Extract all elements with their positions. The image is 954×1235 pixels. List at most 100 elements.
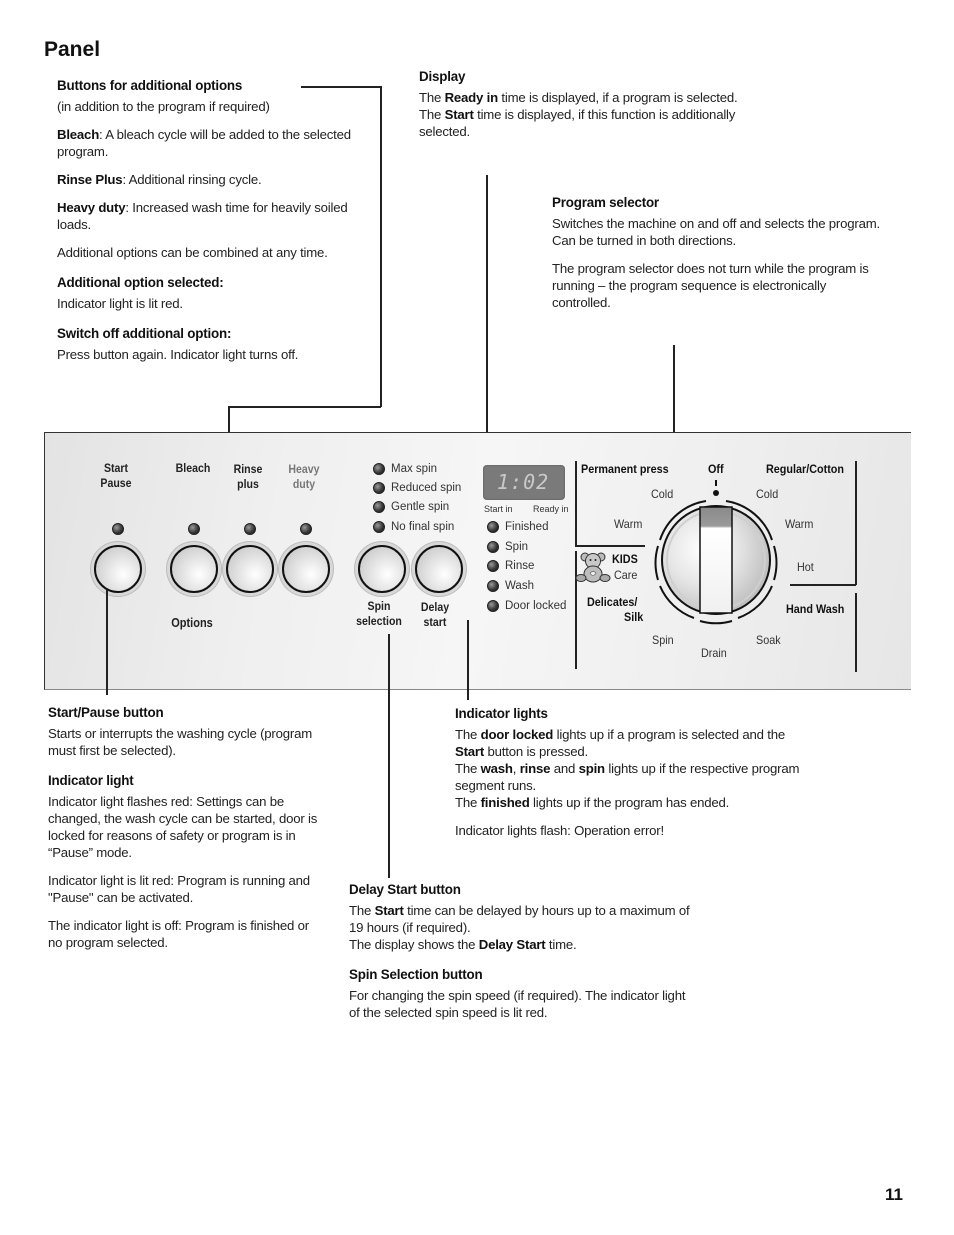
- delicates-label: Delicates/: [587, 595, 638, 609]
- display-heading: Display: [419, 69, 466, 84]
- display-callout: Display The Ready in time is displayed, …: [419, 68, 759, 140]
- status-light-wash: Wash: [487, 580, 534, 592]
- heavy-duty-description: Heavy duty: Increased wash time for heav…: [57, 200, 348, 232]
- spin-option-gentle: Gentle spin: [373, 501, 449, 513]
- start-pause-indicator-light: [112, 523, 124, 535]
- hand-wash-label: Hand Wash: [786, 602, 845, 616]
- indicator-light-p2: Indicator light is lit red: Program is r…: [48, 873, 310, 905]
- program-selector-p2: The program selector does not turn while…: [552, 261, 869, 310]
- bracket-line: [575, 545, 645, 547]
- kids-label: KIDS: [612, 552, 638, 566]
- display-text: The Ready in time is displayed, if a pro…: [419, 90, 738, 139]
- combine-note: Additional options can be combined at an…: [57, 245, 328, 260]
- heavy-duty-button[interactable]: [282, 545, 330, 593]
- regular-cotton-label: Regular/Cotton: [766, 462, 845, 476]
- start-pause-heading: Start/Pause button: [48, 705, 164, 720]
- spin-selection-heading: Spin Selection button: [349, 967, 483, 982]
- status-light-label: Wash: [505, 580, 534, 592]
- off-dot: [713, 490, 719, 496]
- option-selected-heading: Additional option selected:: [57, 275, 224, 290]
- status-light-spin: Spin: [487, 541, 528, 553]
- spin-selection-button[interactable]: [358, 545, 406, 593]
- leader-line: [106, 590, 108, 695]
- leader-line: [467, 620, 469, 700]
- bleach-button[interactable]: [170, 545, 218, 593]
- leader-line: [486, 175, 488, 460]
- status-light-label: Finished: [505, 521, 549, 533]
- bleach-indicator-light: [188, 523, 200, 535]
- spin-option-label: Gentle spin: [391, 501, 450, 513]
- options-group-label: Options: [171, 616, 213, 630]
- reduced-spin-light: [373, 482, 385, 494]
- heavy-duty-indicator-light: [300, 523, 312, 535]
- delay-start-callout: Delay Start button The Start time can be…: [349, 881, 694, 1021]
- bleach-description: Bleach: A bleach cycle will be added to …: [57, 127, 351, 159]
- finished-light: [487, 521, 499, 533]
- dial-grip[interactable]: [699, 506, 733, 614]
- delay-start-label: Delay start: [420, 600, 450, 629]
- bracket-line: [575, 461, 577, 546]
- rinse-light: [487, 560, 499, 572]
- leader-line: [388, 634, 390, 878]
- options-callout: Buttons for additional options (in addit…: [57, 77, 367, 363]
- leader-line: [673, 345, 675, 433]
- rinse-plus-description: Rinse Plus: Additional rinsing cycle.: [57, 172, 262, 187]
- time-display: 1:02: [483, 465, 565, 500]
- indicator-lights-callout: Indicator lights The door locked lights …: [455, 705, 800, 839]
- care-label: Care: [614, 568, 638, 582]
- start-in-label: Start in: [484, 504, 513, 514]
- spin-option-label: Reduced spin: [391, 482, 462, 494]
- delay-start-heading: Delay Start button: [349, 882, 461, 897]
- indicator-light-p1: Indicator light flashes red: Settings ca…: [48, 794, 318, 860]
- display-value: 1:02: [497, 470, 550, 494]
- heavy-duty-label: Heavy duty: [288, 462, 320, 491]
- rinse-plus-label: Rinse plus: [233, 462, 263, 491]
- door-locked-light: [487, 600, 499, 612]
- start-pause-text: Starts or interrupts the washing cycle (…: [48, 726, 312, 758]
- gentle-spin-light: [373, 501, 385, 513]
- rc-hot-label: Hot: [797, 560, 814, 574]
- bleach-label: Bleach: [175, 461, 211, 475]
- delay-start-button[interactable]: [415, 545, 463, 593]
- program-selector-dial[interactable]: [638, 480, 794, 636]
- spin-option-reduced: Reduced spin: [373, 482, 461, 494]
- program-selector-heading: Program selector: [552, 195, 659, 210]
- bracket-line: [855, 593, 857, 672]
- page-number: 11: [885, 1185, 903, 1204]
- status-light-label: Spin: [505, 541, 529, 553]
- leader-line: [380, 86, 382, 407]
- status-light-door-locked: Door locked: [487, 600, 566, 612]
- rinse-plus-button[interactable]: [226, 545, 274, 593]
- status-light-label: Rinse: [505, 560, 535, 572]
- spin-option-max: Max spin: [373, 463, 437, 475]
- spin-option-label: Max spin: [391, 463, 438, 475]
- drain-label: Drain: [701, 646, 727, 660]
- switch-off-heading: Switch off additional option:: [57, 326, 232, 341]
- leader-line: [228, 406, 381, 408]
- status-light-label: Door locked: [505, 600, 567, 612]
- options-subtitle: (in addition to the program if required): [57, 99, 270, 114]
- max-spin-light: [373, 463, 385, 475]
- switch-off-text: Press button again. Indicator light turn…: [57, 347, 299, 362]
- rinse-plus-indicator-light: [244, 523, 256, 535]
- start-pause-button[interactable]: [94, 545, 142, 593]
- indicator-flash-text: Indicator lights flash: Operation error!: [455, 823, 664, 838]
- bracket-line: [855, 461, 857, 585]
- indicator-lights-heading: Indicator lights: [455, 706, 548, 721]
- indicator-light-heading: Indicator light: [48, 773, 134, 788]
- off-label: Off: [708, 462, 724, 476]
- program-selector-callout: Program selector Switches the machine on…: [552, 194, 887, 311]
- wash-light: [487, 580, 499, 592]
- bracket-line: [790, 584, 856, 586]
- spin-selection-text: For changing the spin speed (if required…: [349, 988, 686, 1020]
- no-final-spin-light: [373, 521, 385, 533]
- indicator-light-p3: The indicator light is off: Program is f…: [48, 918, 309, 950]
- start-pause-label: Start Pause: [100, 461, 132, 490]
- delay-start-text: The Start time can be delayed by hours u…: [349, 903, 690, 952]
- spin-option-label: No final spin: [391, 521, 455, 533]
- start-pause-callout: Start/Pause button Starts or interrupts …: [48, 704, 323, 951]
- option-selected-text: Indicator light is lit red.: [57, 296, 183, 311]
- status-light-rinse: Rinse: [487, 560, 534, 572]
- leader-line: [301, 86, 381, 88]
- teddy-bear-icon: [575, 552, 611, 583]
